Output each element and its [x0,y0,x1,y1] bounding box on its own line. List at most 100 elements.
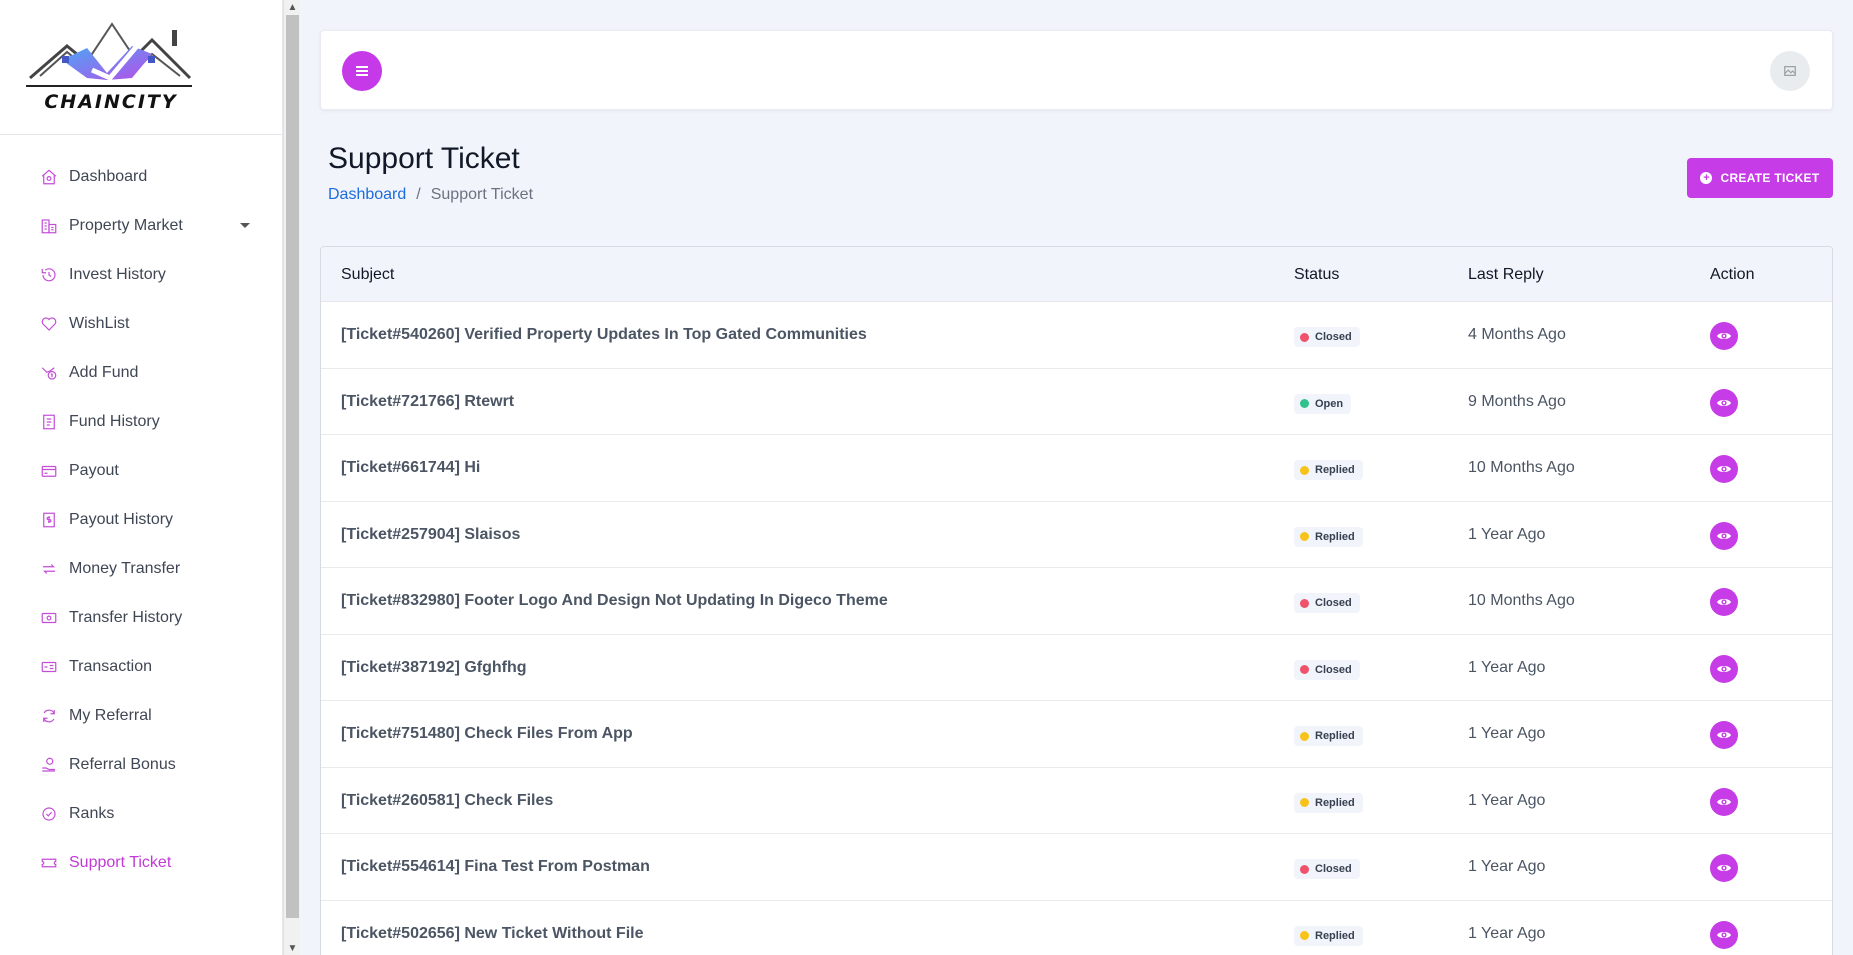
ticket-table: Subject Status Last Reply Action [Ticket… [320,246,1833,955]
logo-area: CHAINCITY [0,0,282,135]
table-row: [Ticket#554614] Fina Test From Postman C… [321,834,1832,901]
sidebar: CHAINCITY Dashboard Property Market Inve… [0,0,283,955]
view-ticket-button[interactable] [1710,920,1738,949]
sidebar-item-label: Fund History [69,412,160,430]
ticket-subject[interactable]: [Ticket#751480] Check Files From App [341,725,633,743]
eye-icon [1717,732,1731,738]
status-badge: Replied [1294,726,1363,746]
eye-icon [1717,466,1731,472]
column-header-action: Action [1710,266,1755,283]
status-dot-icon [1300,798,1309,807]
badge-check-icon [39,804,59,824]
view-ticket-button[interactable] [1710,588,1738,616]
view-ticket-button[interactable] [1710,654,1738,683]
ticket-subject[interactable]: [Ticket#832980] Footer Logo And Design N… [341,592,888,610]
page-title: Support Ticket [328,142,520,175]
ticket-subject[interactable]: [Ticket#721766] Rtewrt [341,393,514,411]
sidebar-item-my-referral[interactable]: My Referral [0,691,282,740]
breadcrumb-dashboard-link[interactable]: Dashboard [328,186,406,204]
hamburger-icon [356,66,368,76]
table-row: [Ticket#387192] Gfghfhg Closed 1 Year Ag… [321,635,1832,701]
house-logo-icon [26,22,192,87]
table-row: [Ticket#540260] Verified Property Update… [321,302,1832,369]
status-badge: Closed [1294,659,1360,680]
sidebar-item-property-market[interactable]: Property Market [0,201,282,250]
scroll-thumb[interactable] [286,15,299,918]
logo-text: CHAINCITY [44,91,178,113]
table-header: Subject Status Last Reply Action [321,247,1832,302]
ticket-subject[interactable]: [Ticket#540260] Verified Property Update… [341,326,867,344]
sidebar-nav: Dashboard Property Market Invest History… [0,135,282,887]
view-ticket-button[interactable] [1710,721,1738,749]
ticket-subject[interactable]: [Ticket#661744] Hi [341,459,480,477]
add-fund-icon [39,363,59,383]
sidebar-item-money-transfer[interactable]: Money Transfer [0,544,282,593]
sidebar-item-ranks[interactable]: Ranks [0,789,282,838]
status-badge: Closed [1294,593,1360,613]
sidebar-scrollbar[interactable]: ▲ ▼ [283,0,300,955]
sidebar-item-label: Payout [69,461,119,479]
heart-icon [39,314,59,334]
plus-circle-icon: + [1700,172,1713,184]
ticket-subject[interactable]: [Ticket#257904] Slaisos [341,526,520,544]
last-reply: 9 Months Ago [1468,392,1566,410]
view-ticket-button[interactable] [1710,455,1738,483]
status-dot-icon [1300,864,1309,874]
scroll-up-arrow-icon[interactable]: ▲ [284,0,301,14]
chaincity-logo[interactable]: CHAINCITY [22,18,197,113]
dollar-file-icon [39,510,59,530]
sidebar-item-referral-bonus[interactable]: Referral Bonus [0,740,282,789]
menu-toggle-button[interactable] [342,51,382,91]
sidebar-item-payout-history[interactable]: Payout History [0,495,282,544]
eye-icon [1717,931,1731,938]
status-dot-icon [1300,665,1309,674]
column-header-status: Status [1294,266,1340,283]
ticket-subject[interactable]: [Ticket#260581] Check Files [341,792,553,810]
ticket-subject[interactable]: [Ticket#554614] Fina Test From Postman [341,858,650,876]
sidebar-item-label: Money Transfer [69,559,181,577]
create-ticket-label: CREATE TICKET [1720,171,1820,185]
sidebar-item-support-ticket[interactable]: Support Ticket [0,838,282,887]
eye-icon [1717,532,1731,539]
transaction-icon [39,657,59,677]
avatar[interactable] [1770,51,1810,91]
view-ticket-button[interactable] [1710,787,1738,816]
status-text: Open [1315,397,1344,410]
credit-card-icon [39,461,59,481]
sidebar-item-add-fund[interactable]: Add Fund [0,348,282,397]
sidebar-item-invest-history[interactable]: Invest History [0,250,282,299]
view-ticket-button[interactable] [1710,521,1738,550]
last-reply: 4 Months Ago [1468,326,1566,343]
sidebar-item-label: Property Market [69,216,183,234]
create-ticket-button[interactable]: + CREATE TICKET [1687,158,1833,198]
sidebar-item-label: Add Fund [69,363,139,381]
sidebar-item-label: Transfer History [69,608,183,626]
table-row: [Ticket#257904] Slaisos Replied 1 Year A… [321,502,1832,568]
refresh-icon [39,706,59,726]
sidebar-item-label: Support Ticket [69,853,172,871]
status-dot-icon [1300,731,1309,741]
breadcrumb: Dashboard / Support Ticket [328,186,533,204]
scroll-down-arrow-icon[interactable]: ▼ [284,941,301,955]
view-ticket-button[interactable] [1710,388,1738,417]
transfer-icon [39,559,59,579]
sidebar-item-dashboard[interactable]: Dashboard [0,152,282,201]
sidebar-item-label: Dashboard [69,167,148,185]
hand-coin-icon [39,755,59,775]
breadcrumb-separator: / [416,186,421,203]
view-ticket-button[interactable] [1710,854,1738,882]
sidebar-item-transfer-history[interactable]: Transfer History [0,593,282,642]
view-ticket-button[interactable] [1710,322,1738,350]
status-badge: Closed [1294,327,1360,347]
status-text: Replied [1315,464,1355,476]
ticket-subject[interactable]: [Ticket#387192] Gfghfhg [341,659,527,677]
chevron-down-icon[interactable] [240,223,250,228]
status-badge: Open [1294,393,1352,414]
sidebar-item-transaction[interactable]: Transaction [0,642,282,691]
sidebar-item-label: Transaction [69,657,152,675]
sidebar-item-fund-history[interactable]: Fund History [0,397,282,446]
sidebar-item-wishlist[interactable]: WishList [0,299,282,348]
sidebar-item-label: My Referral [69,706,152,724]
ticket-subject[interactable]: [Ticket#502656] New Ticket Without File [341,925,643,943]
sidebar-item-payout[interactable]: Payout [0,446,282,495]
